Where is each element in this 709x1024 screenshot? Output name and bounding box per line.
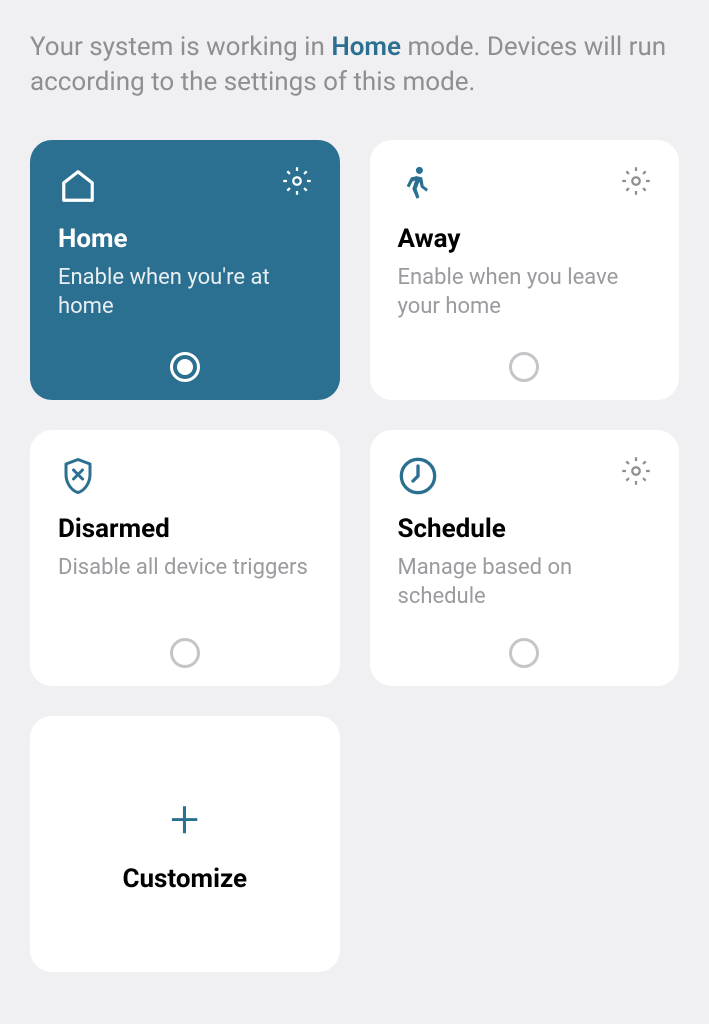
radio-button[interactable] (170, 352, 200, 382)
card-header (58, 166, 312, 206)
customize-title: Customize (122, 864, 247, 894)
mode-card-disarmed[interactable]: Disarmed Disable all device triggers (30, 430, 340, 686)
home-icon (58, 166, 98, 206)
walking-person-icon (398, 166, 438, 206)
shield-x-icon (58, 456, 98, 496)
radio-inner (516, 645, 532, 661)
card-description: Enable when you leave your home (398, 264, 652, 340)
mode-card-schedule[interactable]: Schedule Manage based on schedule (370, 430, 680, 686)
card-title: Away (398, 224, 652, 254)
radio-container (398, 638, 652, 668)
gear-icon[interactable] (621, 166, 651, 196)
gear-icon[interactable] (621, 456, 651, 486)
clock-icon (398, 456, 438, 496)
header-mode-name: Home (331, 32, 401, 62)
radio-inner (516, 359, 532, 375)
card-title: Schedule (398, 514, 652, 544)
header-status-text: Your system is working in Home mode. Dev… (30, 30, 679, 100)
card-header (398, 166, 652, 206)
radio-inner (177, 645, 193, 661)
radio-inner (177, 359, 193, 375)
card-description: Enable when you're at home (58, 264, 312, 340)
radio-button[interactable] (170, 638, 200, 668)
card-description: Manage based on schedule (398, 554, 652, 626)
mode-card-away[interactable]: Away Enable when you leave your home (370, 140, 680, 400)
radio-container (58, 638, 312, 668)
radio-button[interactable] (509, 352, 539, 382)
card-title: Home (58, 224, 312, 254)
customize-card[interactable]: + Customize (30, 716, 340, 972)
mode-card-home[interactable]: Home Enable when you're at home (30, 140, 340, 400)
card-header (398, 456, 652, 496)
plus-icon: + (170, 794, 199, 846)
card-header (58, 456, 312, 496)
radio-container (398, 352, 652, 382)
card-title: Disarmed (58, 514, 312, 544)
mode-grid: Home Enable when you're at home (30, 140, 679, 972)
radio-button[interactable] (509, 638, 539, 668)
header-text-before: Your system is working in (30, 32, 331, 62)
gear-icon[interactable] (282, 166, 312, 196)
card-description: Disable all device triggers (58, 554, 312, 626)
radio-container (58, 352, 312, 382)
